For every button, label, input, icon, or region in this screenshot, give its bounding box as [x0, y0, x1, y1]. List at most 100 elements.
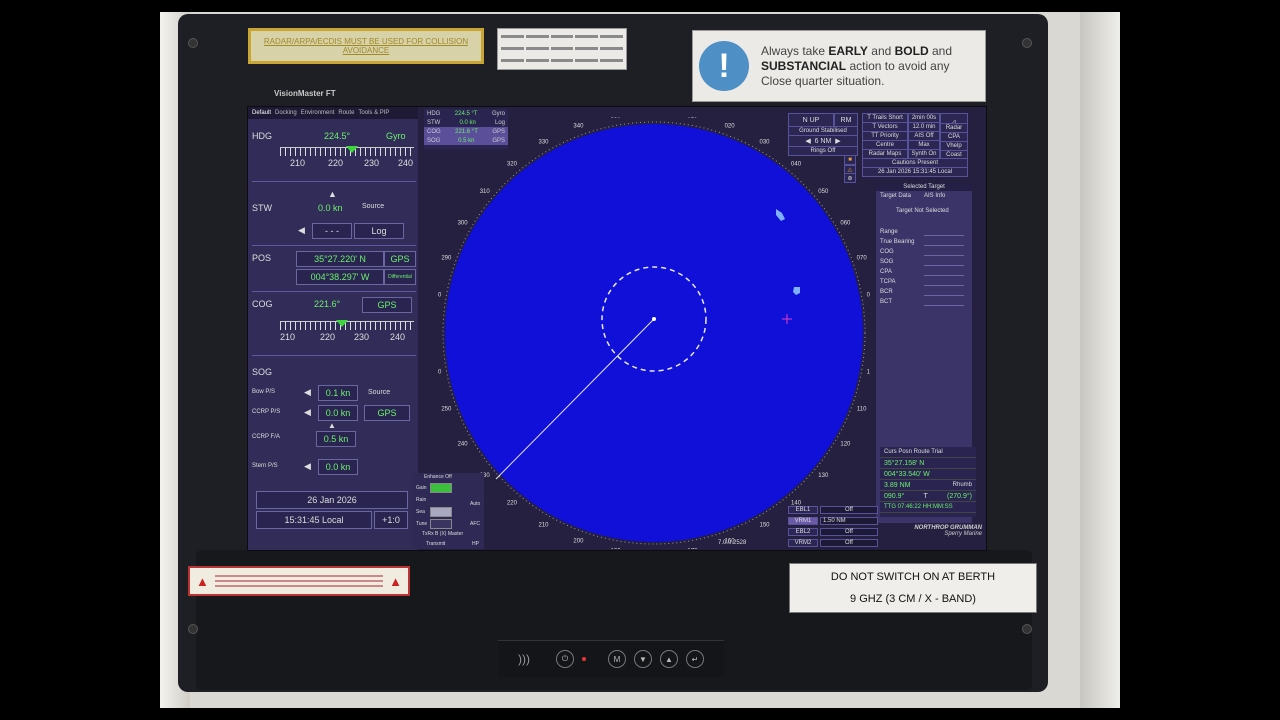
range-up-icon[interactable]: ▶ [831, 137, 840, 145]
ack-icon[interactable]: ⊛ [844, 173, 856, 183]
hdg-source[interactable]: Gyro [386, 131, 406, 141]
stw-label: STW [252, 203, 272, 213]
field-label: SOG [880, 259, 894, 265]
cursor-bearing: 090.9° [884, 492, 905, 500]
ccrp-ps-value: 0.0 kn [318, 405, 358, 421]
tab-default[interactable]: Default [252, 110, 271, 116]
ccrp-fa-label: CCRP F/A [252, 434, 280, 440]
cursor-readout-panel: Curs Posn Route Trial 35°27.158' N 004°3… [880, 447, 976, 517]
hdg-tick: 210 [290, 158, 306, 168]
afc-button[interactable]: AFC [470, 521, 480, 527]
target-status: Target Not Selected [896, 208, 949, 214]
bearing-label: 350 [611, 117, 622, 119]
vrm2-value[interactable]: Off [820, 539, 878, 547]
cursor-tabs[interactable]: Curs Posn Route Trial [880, 447, 976, 458]
tab-ais-info[interactable]: AIS Info [924, 193, 945, 199]
bearing-label: 320 [507, 162, 518, 168]
tune-slider[interactable] [430, 519, 452, 529]
bearing-label: 240 [458, 442, 469, 448]
alarm-icon[interactable]: ■ [844, 155, 856, 165]
cursor-bearing-t: T [923, 492, 928, 500]
bearing-label: 130 [818, 473, 829, 479]
stw-up-arrow-icon[interactable]: ▲ [328, 189, 337, 199]
gain-slider[interactable] [430, 483, 452, 493]
bezel-screw [188, 624, 198, 634]
bearing-label: 050 [818, 189, 829, 195]
stw-left-arrow-icon[interactable]: ◀ [298, 225, 305, 236]
cog-tick: 210 [280, 332, 296, 342]
sog-source-button[interactable]: GPS [364, 405, 410, 421]
sea-label: Sea [416, 509, 425, 515]
radar-sweep-area[interactable] [445, 124, 863, 542]
enhance-title[interactable]: Enhance Off [424, 474, 452, 480]
radar-display-screen: Default Docking Environment Route Tools … [247, 106, 987, 551]
stw-value: 0.0 kn [318, 203, 343, 213]
vrm1-value[interactable]: 1.50 NM [820, 517, 878, 525]
tab-target-data[interactable]: Target Data [880, 193, 911, 199]
field-label: BCT [880, 299, 892, 305]
cursor-rhumb[interactable]: Rhumb [953, 482, 972, 488]
time-display: 15:31:45 Local [256, 511, 372, 529]
ebl1-value[interactable]: Off [820, 506, 878, 514]
tune-label: Tune [416, 521, 428, 527]
field-label: CPA [880, 269, 892, 275]
n-up-button[interactable]: N UP [788, 113, 834, 127]
warning-triangle-icon: ▲ [196, 573, 209, 589]
field-label: True Bearing [880, 239, 915, 245]
hdg-tick: 240 [398, 158, 414, 168]
software-version: 7.0.0.2528 [718, 540, 747, 546]
target-panel-header: Selected Target [876, 183, 972, 191]
tab-environment[interactable]: Environment [301, 110, 335, 116]
range-down-icon[interactable]: ◀ [805, 137, 814, 145]
hdg-tick: 230 [364, 158, 380, 168]
ccrp-arrow-icon: ◀ [304, 407, 311, 417]
menu-m-button[interactable]: M [608, 650, 626, 668]
vrm1-button[interactable]: VRM1 [788, 517, 818, 525]
txrx-label[interactable]: TxRx B (X) Master [422, 531, 463, 537]
bearing-label: 330 [538, 140, 549, 146]
bearing-label: 020 [725, 123, 736, 129]
tab-docking[interactable]: Docking [275, 110, 297, 116]
vrm2-button[interactable]: VRM2 [788, 539, 818, 547]
ebl2-value[interactable]: Off [820, 528, 878, 536]
bow-label: Bow P/S [252, 389, 276, 395]
bearing-label: 210 [538, 522, 549, 528]
pos-lat: 35°27.220' N [296, 251, 384, 267]
transmit-button[interactable]: Transmit [426, 541, 445, 547]
bearing-label: 260 [438, 369, 442, 375]
ebl1-button[interactable]: EBL1 [788, 506, 818, 514]
tab-tools-pip[interactable]: Tools & PIP [358, 110, 389, 116]
bearing-label: 060 [840, 221, 851, 227]
hp-button[interactable]: HP [472, 541, 479, 547]
berth-warning-line2: 9 GHZ (3 CM / X - BAND) [850, 593, 976, 605]
pos-source-button[interactable]: GPS [384, 251, 416, 267]
enter-button-icon[interactable]: ↵ [686, 650, 704, 668]
hdg-value: 224.5° [324, 131, 351, 141]
sog-source-label: Source [368, 389, 391, 396]
rm-button[interactable]: RM [834, 113, 858, 127]
sea-slider[interactable] [430, 507, 452, 517]
timezone-button[interactable]: +1:0 [374, 511, 408, 529]
tab-route[interactable]: Route [338, 110, 354, 116]
bearing-label: 300 [458, 221, 469, 227]
auto-button[interactable]: Auto [470, 501, 480, 507]
power-led [582, 657, 586, 661]
radar-ppi[interactable]: 3500000100200300400500600700800901001101… [438, 117, 870, 549]
cursor-lon: 004°33.540' W [880, 469, 976, 480]
stw-source-label: Source [362, 203, 385, 210]
ebl2-button[interactable]: EBL2 [788, 528, 818, 536]
down-button-icon[interactable]: ▼ [634, 650, 652, 668]
stw-source-button[interactable]: Log [354, 223, 404, 239]
sog-label: SOG [252, 367, 273, 377]
bearing-label: 100 [867, 369, 870, 375]
hdr-hdg-label: HDG [427, 110, 441, 117]
date-time-line: 26 Jan 2026 15:31:45 Local [862, 167, 968, 177]
left-nav-panel: Default Docking Environment Route Tools … [248, 107, 418, 550]
up-button-icon[interactable]: ▲ [660, 650, 678, 668]
deviation-card-sticker [497, 28, 627, 70]
cursor-bearing-rel: (270.9°) [947, 492, 972, 500]
cog-source-button[interactable]: GPS [362, 297, 412, 313]
stw-dots: - - - [312, 223, 352, 239]
power-button-icon[interactable]: ⏻ [556, 650, 574, 668]
field-label: Range [880, 229, 898, 235]
